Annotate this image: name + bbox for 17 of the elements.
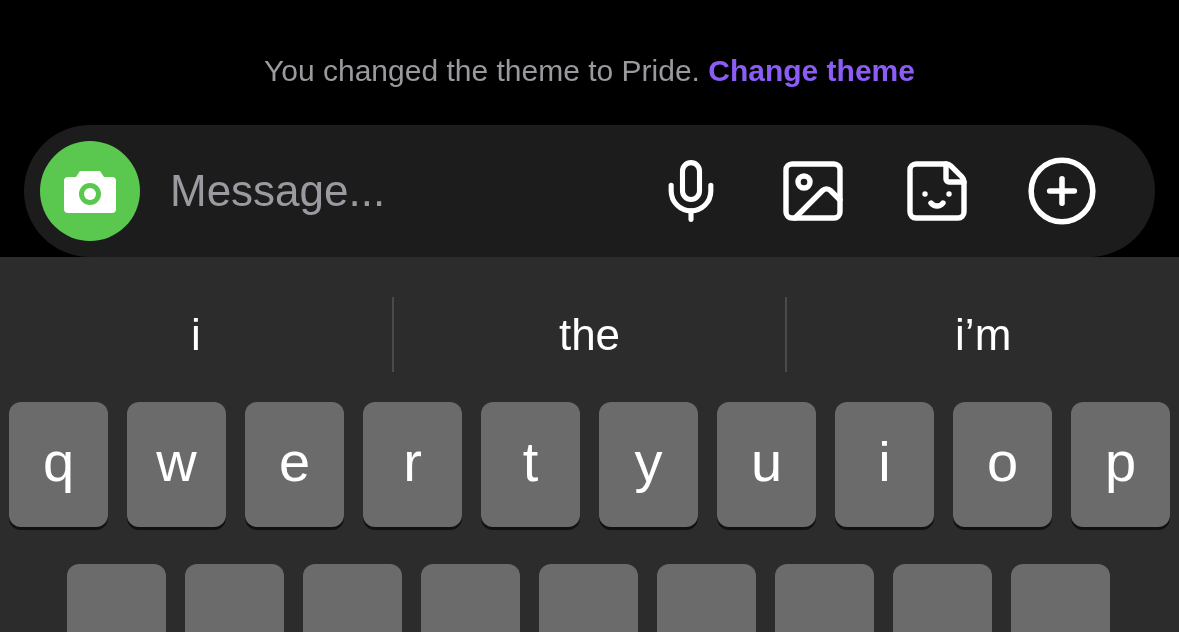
word-suggestion[interactable]: i’m — [787, 301, 1179, 368]
keyboard-key[interactable]: p — [1071, 402, 1170, 527]
keyboard-key[interactable]: i — [835, 402, 934, 527]
keyboard-key[interactable]: e — [245, 402, 344, 527]
keyboard-key[interactable]: t — [481, 402, 580, 527]
word-suggestion[interactable]: the — [393, 301, 786, 368]
keyboard-key[interactable]: q — [9, 402, 108, 527]
word-suggestion[interactable]: i — [0, 301, 392, 368]
keyboard-key[interactable]: u — [717, 402, 816, 527]
change-theme-link[interactable]: Change theme — [708, 54, 915, 87]
keyboard-key[interactable]: r — [363, 402, 462, 527]
keyboard-key[interactable]: o — [953, 402, 1052, 527]
message-field[interactable]: Message... — [170, 158, 657, 224]
add-icon[interactable] — [1025, 154, 1099, 228]
keyboard-key[interactable]: w — [127, 402, 226, 527]
keyboard-key[interactable]: y — [599, 402, 698, 527]
theme-notice: You changed the theme to Pride. Change theme — [264, 53, 915, 89]
